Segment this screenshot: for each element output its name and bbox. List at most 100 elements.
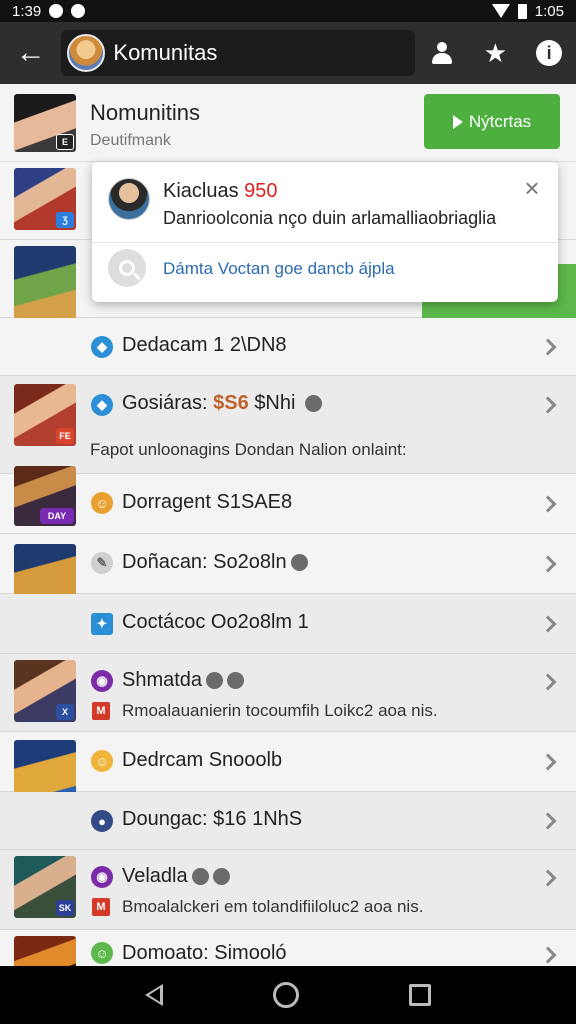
info-button[interactable]: i bbox=[522, 22, 576, 84]
chevron-right-icon bbox=[539, 812, 557, 830]
community-header: E Nomunitins Deutifmank Nýtcrtas bbox=[0, 84, 576, 162]
status-bar: 1:39 1:05 bbox=[0, 0, 576, 22]
nav-recents-icon[interactable] bbox=[409, 984, 431, 1006]
coin-icon bbox=[212, 868, 230, 886]
thumb-badge: FE bbox=[56, 428, 74, 444]
emoji-icon: ☺ bbox=[91, 750, 113, 772]
badge-icon: ◆ bbox=[91, 336, 113, 358]
coin-icon bbox=[206, 672, 224, 690]
item-label: Veladla bbox=[122, 865, 230, 888]
badge-icon: ✦ bbox=[91, 613, 113, 635]
community-avatar bbox=[67, 34, 106, 72]
popup-name-text: Kiacluas bbox=[163, 180, 239, 202]
cat-notification-icon bbox=[71, 4, 86, 18]
status-time-left: 1:39 bbox=[12, 2, 42, 20]
notification-popup[interactable]: Kiacluas 950 Danrioolconia nço duin arla… bbox=[92, 162, 558, 302]
system-nav-bar bbox=[0, 966, 576, 1024]
community-name: Nomunitins bbox=[90, 100, 201, 125]
list-item[interactable]: FE ◆ Gosiáras: $S6 $Nhi Fapot unloonagin… bbox=[0, 376, 576, 474]
members-button[interactable] bbox=[415, 22, 469, 84]
search-button[interactable] bbox=[108, 249, 146, 287]
thumb-badge: E bbox=[56, 134, 74, 150]
thumb-badge: DAY bbox=[40, 508, 74, 524]
item-label: Dedrcam Snooolb bbox=[122, 749, 283, 771]
search-icon bbox=[119, 260, 135, 276]
item-title: Veladla bbox=[122, 865, 188, 887]
coin-icon bbox=[305, 395, 323, 413]
chevron-right-icon bbox=[539, 753, 557, 771]
item-title: Gosiáras: bbox=[122, 392, 208, 414]
item-thumbnail bbox=[14, 936, 76, 966]
chevron-right-icon bbox=[539, 673, 557, 691]
community-thumbnail: E bbox=[14, 94, 76, 152]
item-title: Doñacan: So2o8ln bbox=[122, 551, 287, 573]
item-description: Rmoalauanierin tocoumfih Loikc2 aoa nis. bbox=[122, 701, 438, 720]
nav-back-icon[interactable] bbox=[145, 984, 163, 1006]
tag-icon: M bbox=[92, 702, 110, 720]
item-description: Bmoalalckeri em tolandifiiloluc2 aoa nis… bbox=[122, 897, 424, 916]
close-icon[interactable]: × bbox=[520, 175, 544, 201]
list-item[interactable]: ◆ Dedacam 1 2\DN8 bbox=[0, 318, 576, 376]
favorite-button[interactable]: ★ bbox=[469, 22, 523, 84]
thumb-badge: X bbox=[56, 704, 74, 720]
thumb-badge: SK bbox=[56, 900, 74, 916]
chevron-right-icon bbox=[539, 555, 557, 573]
star-icon: ★ bbox=[483, 37, 508, 68]
popup-message: Danrioolconia nço duin arlamalliaobriagl… bbox=[163, 208, 497, 228]
battery-icon bbox=[517, 3, 527, 19]
chevron-right-icon bbox=[539, 495, 557, 513]
divider bbox=[92, 242, 558, 243]
popup-number: 950 bbox=[244, 180, 278, 202]
badge-icon: ◆ bbox=[91, 394, 113, 416]
item-label: Coctácoc Oo2o8lm 1 bbox=[122, 611, 309, 633]
item-thumbnail: X bbox=[14, 660, 76, 722]
item-price: $S6 bbox=[213, 392, 249, 414]
info-icon: i bbox=[536, 40, 563, 66]
notification-icon bbox=[49, 4, 64, 18]
globe-icon: ● bbox=[91, 810, 113, 832]
list-item[interactable]: SE ✎ Doñacan: So2o8ln bbox=[0, 534, 576, 640]
list-item[interactable]: SK ◉ Veladla M Bmoalalckeri em tolandifi… bbox=[0, 850, 576, 930]
sticker-icon: ✎ bbox=[91, 552, 113, 574]
back-button[interactable]: ← bbox=[0, 22, 61, 84]
list-item[interactable]: ● Doungac: $16 1NhS bbox=[0, 792, 576, 850]
list-item[interactable]: CE ☺ Dedrcam Snooolb bbox=[0, 732, 576, 836]
item-thumbnail: FE bbox=[14, 384, 76, 446]
nav-home-icon[interactable] bbox=[273, 982, 299, 1008]
list-item[interactable]: ☺ Domoato: Simooló bbox=[0, 930, 576, 966]
item-label: Shmatda bbox=[122, 669, 245, 692]
emoji-icon: ☺ bbox=[91, 492, 113, 514]
app-bar: ← Komunitas ★ i bbox=[0, 22, 576, 84]
wifi-icon bbox=[491, 4, 510, 18]
item-label: Doñacan: So2o8ln bbox=[122, 551, 308, 574]
user-avatar bbox=[108, 178, 150, 220]
popup-link[interactable]: Dámta Voctan goe dancb ájpla bbox=[163, 259, 395, 279]
popup-user-name: Kiacluas 950 bbox=[163, 180, 278, 203]
people-icon bbox=[430, 42, 454, 64]
list-item[interactable]: ✦ Coctácoc Oo2o8lm 1 bbox=[0, 594, 576, 654]
item-label: Doungac: $16 1NhS bbox=[122, 808, 303, 830]
arrow-back-icon: ← bbox=[15, 36, 46, 69]
community-title-pill[interactable]: Komunitas bbox=[61, 30, 415, 76]
item-description: Fapot unloonagins Dondan Nalion onlaint: bbox=[90, 440, 407, 459]
app-title: Komunitas bbox=[113, 40, 218, 65]
community-feed[interactable]: E Nomunitins Deutifmank Nýtcrtas Ʒ ◆ ◆ D… bbox=[0, 84, 576, 966]
sticker-icon: ◉ bbox=[91, 866, 113, 888]
chevron-right-icon bbox=[539, 338, 557, 356]
sticker-icon: ◉ bbox=[91, 670, 113, 692]
list-item[interactable]: X ◉ Shmatda M Rmoalauanierin tocoumfih L… bbox=[0, 654, 576, 732]
item-label: Domoato: Simooló bbox=[122, 942, 287, 964]
play-icon bbox=[452, 114, 463, 129]
coin-icon bbox=[227, 672, 245, 690]
status-time-right: 1:05 bbox=[534, 2, 564, 20]
item-suffix: $Nhi bbox=[254, 392, 296, 414]
emoji-icon: ☺ bbox=[91, 942, 113, 964]
item-label: Dedacam 1 2\DN8 bbox=[122, 334, 287, 356]
join-button[interactable]: Nýtcrtas bbox=[424, 94, 560, 149]
list-item[interactable]: DAY ☺ Dorragent S1SAE8 bbox=[0, 466, 576, 534]
community-subtitle: Deutifmank bbox=[90, 132, 171, 149]
item-thumbnail: Ʒ bbox=[14, 168, 76, 230]
tag-icon: M bbox=[92, 898, 110, 916]
item-thumbnail: DAY bbox=[14, 466, 76, 526]
coin-icon bbox=[290, 554, 308, 572]
